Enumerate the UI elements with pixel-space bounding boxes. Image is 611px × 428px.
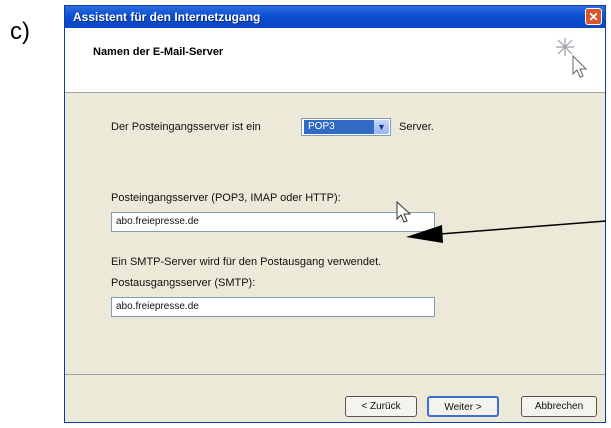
annotation-arrow [406, 220, 607, 243]
